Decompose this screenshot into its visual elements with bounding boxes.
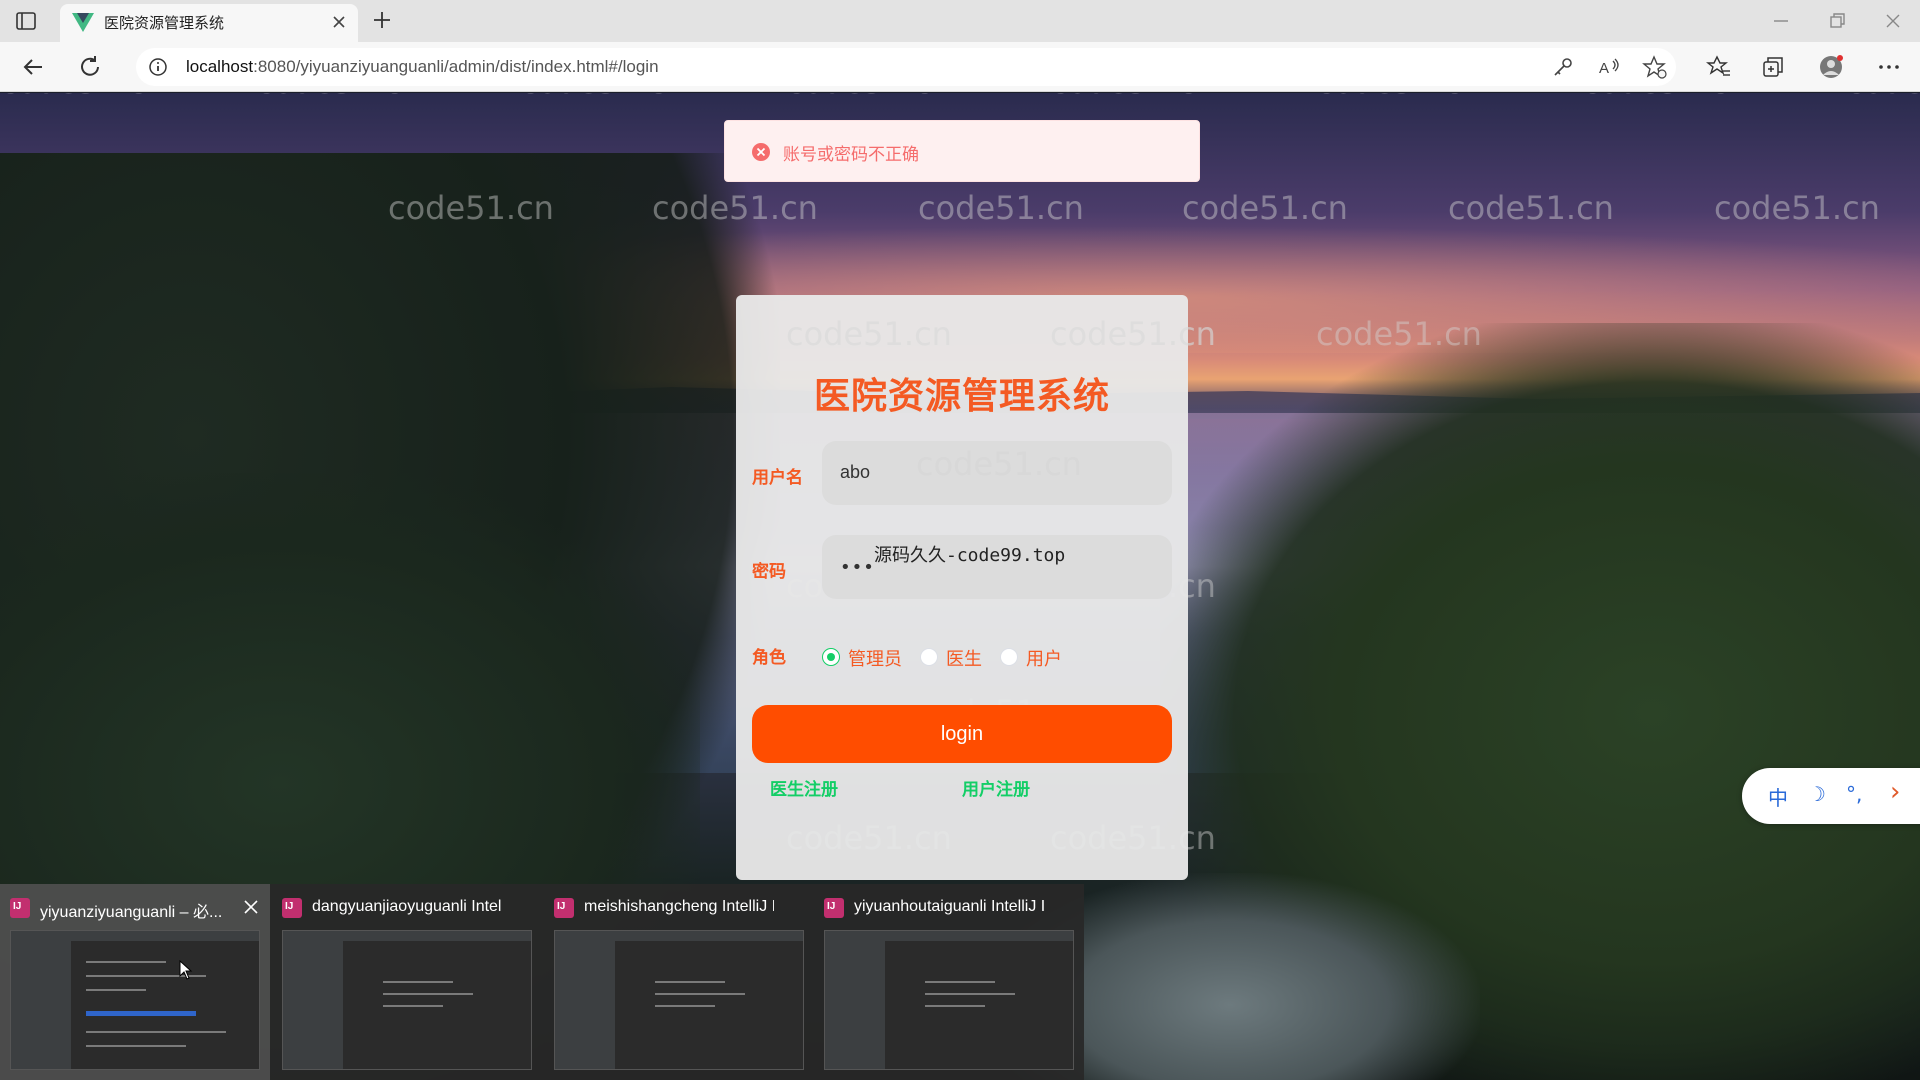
role-label-user[interactable]: 用户 bbox=[1026, 645, 1062, 671]
role-label: 角色 bbox=[752, 648, 786, 668]
vue-logo-icon bbox=[72, 13, 94, 32]
intellij-icon bbox=[10, 898, 30, 918]
watermark: code51.cn bbox=[916, 445, 1082, 483]
preview-title: yiyuanziyuanguanli – 必... bbox=[40, 904, 223, 921]
doctor-register-link[interactable]: 医生注册 bbox=[770, 775, 838, 800]
add-favorite-icon[interactable] bbox=[1642, 54, 1668, 80]
preview-window-3[interactable]: meishishangcheng IntelliJ ID... bbox=[544, 884, 814, 1080]
collections-icon[interactable] bbox=[1760, 54, 1786, 80]
username-label: 用户名 bbox=[752, 468, 803, 488]
system-title: 医院资源管理系统 bbox=[813, 376, 1110, 417]
tab-actions-icon[interactable] bbox=[14, 9, 38, 33]
ime-halfwidth-icon[interactable]: ☽ bbox=[1808, 782, 1826, 806]
minimize-icon[interactable] bbox=[1768, 8, 1794, 34]
password-key-icon[interactable] bbox=[1550, 54, 1576, 80]
reload-icon[interactable] bbox=[76, 53, 104, 81]
intellij-icon bbox=[282, 898, 302, 918]
preview-title: yiyuanhoutaiguanli IntelliJ ID... bbox=[854, 898, 1044, 915]
watermark: code51.cn bbox=[0, 93, 166, 101]
restore-icon[interactable] bbox=[1824, 8, 1850, 34]
close-window-icon[interactable] bbox=[1880, 8, 1906, 34]
password-value: ••• bbox=[840, 557, 875, 578]
preview-thumbnail bbox=[554, 930, 804, 1070]
watermark: code51.cn bbox=[520, 93, 686, 101]
preview-thumbnail bbox=[10, 930, 260, 1070]
role-radio-admin[interactable] bbox=[822, 648, 840, 666]
login-card: code51.cn code51.cn 医院资源管理系统 用户名 abo cod… bbox=[736, 295, 1216, 880]
toast-message: 账号或密码不正确 bbox=[783, 145, 919, 165]
back-icon[interactable] bbox=[20, 53, 48, 81]
watermark: code51.cn bbox=[1846, 93, 1920, 101]
taskbar-previews: yiyuanziyuanguanli – 必... dangyuanjiaoyu… bbox=[0, 884, 1084, 1080]
watermark: code51.cn bbox=[786, 93, 952, 101]
watermark: code51.cn bbox=[256, 93, 422, 101]
username-input[interactable]: abo code51.cn bbox=[822, 441, 1172, 505]
preview-thumbnail bbox=[282, 930, 532, 1070]
user-register-link[interactable]: 用户注册 bbox=[962, 775, 1030, 800]
favorites-icon[interactable] bbox=[1706, 54, 1732, 80]
password-input[interactable]: ••• 源码久久-code99.top bbox=[822, 535, 1172, 599]
ime-punctuation-icon[interactable]: °, bbox=[1846, 782, 1862, 806]
ime-chinese-mode[interactable]: 中 bbox=[1768, 782, 1788, 811]
intellij-icon bbox=[824, 898, 844, 918]
role-label-doctor[interactable]: 医生 bbox=[946, 645, 982, 671]
password-label: 密码 bbox=[752, 562, 786, 582]
profile-avatar-icon[interactable] bbox=[1818, 54, 1844, 80]
mouse-cursor-icon bbox=[179, 960, 193, 980]
new-tab-icon[interactable] bbox=[370, 8, 394, 32]
svg-text:A: A bbox=[1599, 60, 1609, 77]
login-button[interactable]: login bbox=[752, 705, 1172, 763]
password-overlay-text: 源码久久-code99.top bbox=[874, 545, 1066, 566]
more-menu-icon[interactable] bbox=[1876, 54, 1902, 80]
preview-title: meishishangcheng IntelliJ ID... bbox=[584, 898, 774, 915]
watermark: code51.cn bbox=[1582, 93, 1748, 101]
role-radio-doctor[interactable] bbox=[920, 648, 938, 666]
tab-bar: 医院资源管理系统 bbox=[0, 0, 1920, 42]
tab-close-icon[interactable] bbox=[330, 13, 348, 31]
active-tab[interactable]: 医院资源管理系统 bbox=[60, 4, 358, 42]
username-value: abo bbox=[840, 462, 871, 482]
read-aloud-icon[interactable]: A bbox=[1596, 54, 1622, 80]
url-text: localhost:8080/yiyuanziyuanguanli/admin/… bbox=[186, 57, 659, 76]
preview-window-4[interactable]: yiyuanhoutaiguanli IntelliJ ID... bbox=[814, 884, 1084, 1080]
role-label-admin[interactable]: 管理员 bbox=[848, 645, 902, 671]
preview-title: dangyuanjiaoyuguanli IntelliJ... bbox=[312, 898, 502, 915]
watermark: code51.cn bbox=[1316, 93, 1482, 101]
error-circle-icon bbox=[752, 143, 770, 161]
ime-toolbar: 中 ☽ °, › bbox=[1742, 768, 1920, 824]
role-radio-user[interactable] bbox=[1000, 648, 1018, 666]
url-field[interactable]: localhost:8080/yiyuanziyuanguanli/admin/… bbox=[136, 48, 1676, 86]
ime-expand-icon[interactable]: › bbox=[1890, 777, 1900, 807]
tab-title: 医院资源管理系统 bbox=[104, 14, 225, 32]
preview-window-1[interactable]: yiyuanziyuanguanli – 必... bbox=[0, 884, 270, 1080]
address-bar: localhost:8080/yiyuanziyuanguanli/admin/… bbox=[0, 42, 1920, 92]
preview-close-icon[interactable] bbox=[240, 896, 262, 918]
watermark: code51.cn bbox=[1050, 93, 1216, 101]
error-toast: 账号或密码不正确 bbox=[724, 120, 1200, 182]
site-info-icon[interactable] bbox=[148, 57, 168, 77]
intellij-icon bbox=[554, 898, 574, 918]
preview-thumbnail bbox=[824, 930, 1074, 1070]
watermark: code51.cn bbox=[786, 315, 952, 353]
preview-window-2[interactable]: dangyuanjiaoyuguanli IntelliJ... bbox=[272, 884, 542, 1080]
